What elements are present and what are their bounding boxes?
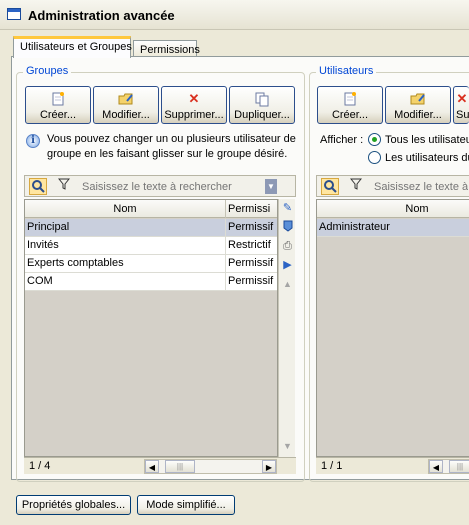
filter-icon[interactable] — [347, 178, 365, 195]
title-bar: Administration avancée — [0, 0, 469, 30]
scroll-down-icon[interactable]: ▼ — [280, 439, 295, 454]
cell-nom: Invités — [25, 237, 226, 254]
edit-row-icon[interactable]: ✎ — [280, 201, 295, 216]
search-dropdown-icon[interactable]: ▼ — [265, 179, 277, 194]
export-icon[interactable] — [280, 220, 295, 235]
search-icon[interactable] — [29, 178, 47, 195]
radio-group-users-label[interactable]: Les utilisateurs du — [385, 151, 469, 166]
table-row[interactable]: Invités Restrictif — [25, 237, 277, 255]
table-row[interactable]: COM Permissif — [25, 273, 277, 291]
search-icon[interactable] — [321, 178, 339, 195]
tab-label: Permissions — [140, 44, 200, 56]
tab-label: Utilisateurs et Groupes — [20, 41, 132, 53]
groups-record-count: 1 / 4 — [29, 460, 51, 472]
delete-label: Supprimer... — [164, 109, 224, 121]
scroll-thumb[interactable]: ||| — [449, 460, 469, 473]
groups-title: Groupes — [23, 65, 72, 77]
cell-permission: Permissif — [226, 273, 277, 290]
users-record-count: 1 / 1 — [321, 460, 343, 472]
info-line-2: groupe en les faisant glisser sur le gro… — [47, 148, 288, 160]
info-icon: i — [26, 134, 40, 148]
delete-user-button[interactable]: ✕ Su — [453, 86, 469, 124]
filter-icon[interactable] — [55, 178, 73, 195]
column-header-nom[interactable]: Nom — [317, 200, 469, 218]
groups-table-side-strip: ✎ ⎙ ▶ ▲ ▼ — [278, 199, 295, 457]
modify-group-button[interactable]: Modifier... — [93, 86, 159, 124]
delete-icon: ✕ — [188, 91, 200, 106]
cell-nom: Experts comptables — [25, 255, 226, 272]
delete-icon: ✕ — [456, 91, 468, 106]
scroll-left-icon[interactable]: ◀ — [429, 460, 443, 473]
table-row[interactable]: Administrateur — [317, 219, 469, 237]
print-icon[interactable]: ⎙ — [280, 239, 295, 254]
scroll-left-icon[interactable]: ◀ — [145, 460, 159, 473]
cell-nom: Principal — [25, 219, 226, 236]
cell-nom: Administrateur — [319, 221, 390, 233]
groups-table: Nom Permissi Principal Permissif Invités… — [24, 199, 278, 457]
users-table-footer: 1 / 1 ◀ ||| — [316, 457, 469, 474]
new-document-icon — [342, 91, 358, 107]
global-properties-button[interactable]: Propriétés globales... — [16, 495, 131, 515]
tab-utilisateurs-et-groupes[interactable]: Utilisateurs et Groupes — [13, 36, 132, 58]
create-user-button[interactable]: Créer... — [317, 86, 383, 124]
users-title: Utilisateurs — [316, 65, 377, 77]
groups-hscrollbar[interactable]: ◀ ||| ▶ — [144, 459, 277, 474]
cell-permission: Permissif — [226, 219, 277, 236]
create-group-button[interactable]: Créer... — [25, 86, 91, 124]
radio-all-users-label[interactable]: Tous les utilisateu — [385, 133, 469, 148]
table-row[interactable]: Principal Permissif — [25, 219, 277, 237]
create-label: Créer... — [331, 109, 369, 121]
column-header-permission[interactable]: Permissi — [226, 200, 277, 218]
modify-label: Modifier... — [102, 109, 150, 121]
users-hscrollbar[interactable]: ◀ ||| — [428, 459, 469, 474]
afficher-label: Afficher : — [320, 134, 364, 146]
simple-mode-button[interactable]: Mode simplifié... — [137, 495, 235, 515]
create-label: Créer... — [39, 109, 77, 121]
groups-search-input[interactable] — [80, 178, 265, 195]
window-icon — [7, 8, 21, 20]
users-table-header: Nom — [317, 200, 469, 218]
groups-table-footer: 1 / 4 ◀ ||| ▶ — [24, 457, 296, 474]
edit-folder-icon — [410, 91, 426, 107]
scroll-right-icon[interactable]: ▶ — [262, 460, 276, 473]
groups-search-bar: ▼ — [24, 175, 296, 197]
edit-folder-icon — [118, 91, 134, 107]
table-row[interactable]: Experts comptables Permissif — [25, 255, 277, 273]
cell-permission: Restrictif — [226, 237, 277, 254]
cell-permission: Permissif — [226, 255, 277, 272]
window-title: Administration avancée — [28, 8, 175, 23]
users-search-input[interactable] — [372, 178, 469, 195]
scroll-up-icon[interactable]: ▲ — [280, 277, 295, 292]
users-search-bar — [316, 175, 469, 197]
modify-user-button[interactable]: Modifier... — [385, 86, 451, 124]
duplicate-group-button[interactable]: Dupliquer... — [229, 86, 295, 124]
column-header-nom[interactable]: Nom — [25, 200, 226, 218]
duplicate-icon — [254, 91, 270, 107]
delete-group-button[interactable]: ✕ Supprimer... — [161, 86, 227, 124]
radio-group-users[interactable] — [368, 151, 381, 164]
radio-all-users[interactable] — [368, 133, 381, 146]
info-line-1: Vous pouvez changer un ou plusieurs util… — [47, 133, 296, 145]
groups-info-text: Vous pouvez changer un ou plusieurs util… — [47, 132, 296, 162]
users-table: Nom Administrateur — [316, 199, 469, 457]
play-icon[interactable]: ▶ — [280, 258, 295, 273]
cell-nom: COM — [25, 273, 226, 290]
new-document-icon — [50, 91, 66, 107]
groups-table-header: Nom Permissi — [25, 200, 277, 218]
modify-label: Modifier... — [394, 109, 442, 121]
duplicate-label: Dupliquer... — [234, 109, 290, 121]
delete-label: Su — [456, 109, 469, 121]
scroll-thumb[interactable]: ||| — [165, 460, 195, 473]
tab-permissions[interactable]: Permissions — [133, 40, 200, 57]
